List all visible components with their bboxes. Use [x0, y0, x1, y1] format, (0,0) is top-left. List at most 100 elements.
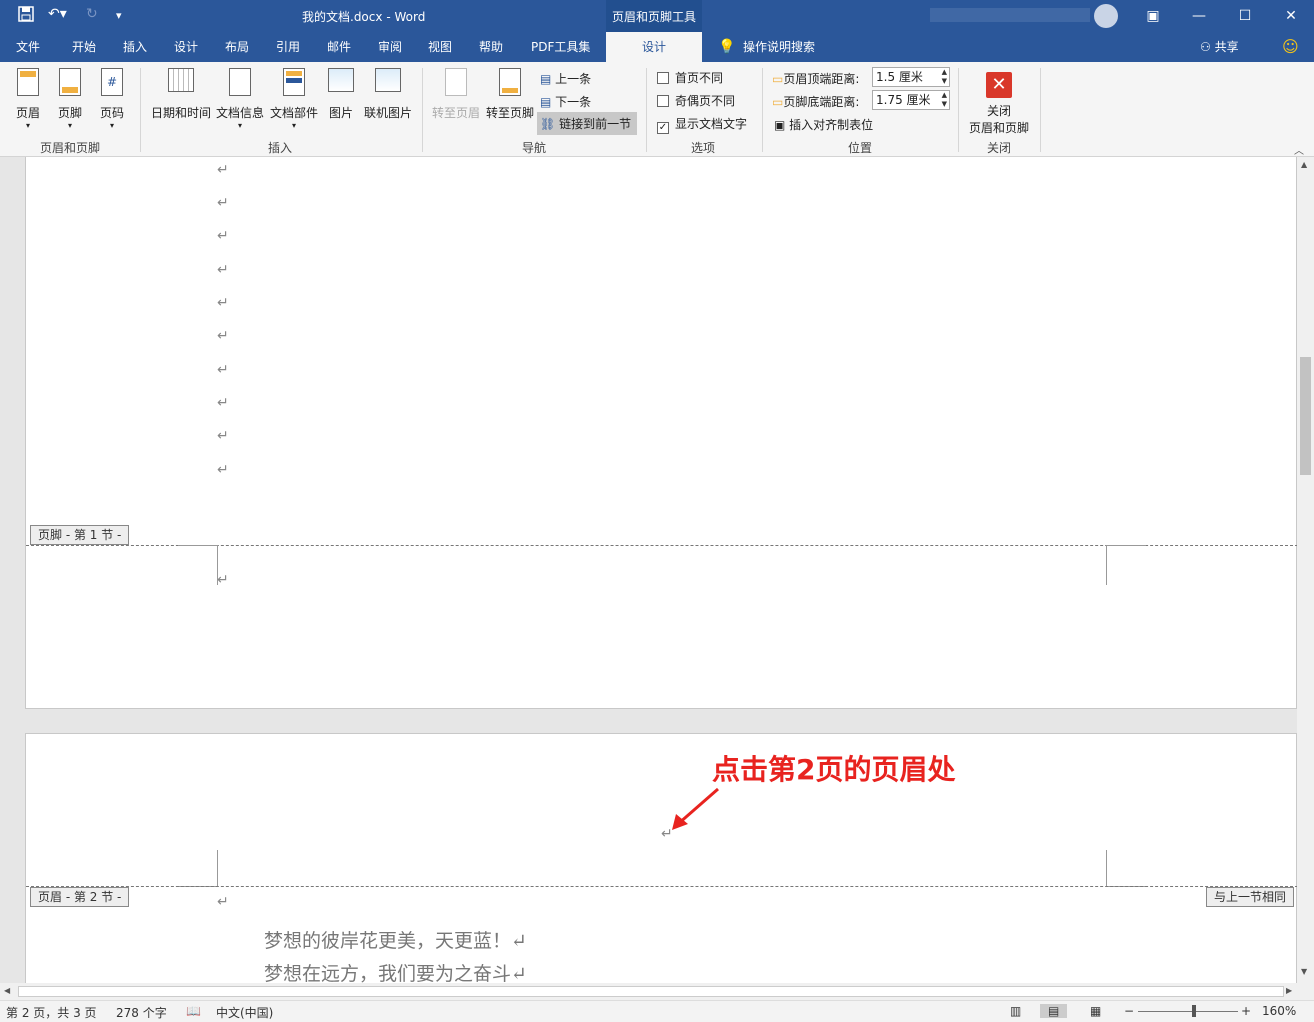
goto-header-button[interactable]: 转至页眉 — [430, 68, 482, 121]
tab-pdf-tools[interactable]: PDF工具集 — [531, 32, 590, 62]
spinner-arrows-icon[interactable]: ▲ ▼ — [942, 91, 947, 109]
tab-references[interactable]: 引用 — [276, 32, 300, 62]
quick-parts-button[interactable]: 文档部件 ▾ — [268, 68, 320, 130]
tab-hf-design[interactable]: 设计 — [606, 32, 702, 62]
paragraph-mark: ↵ — [217, 462, 229, 478]
scroll-down-icon[interactable]: ▼ — [1301, 967, 1307, 976]
goto-footer-button[interactable]: 转至页脚 — [484, 68, 536, 121]
tab-layout[interactable]: 布局 — [225, 32, 249, 62]
close-window-icon[interactable]: ✕ — [1268, 0, 1314, 32]
footer-distance-input[interactable]: 1.75 厘米 ▲ ▼ — [872, 90, 950, 110]
scroll-right-icon[interactable]: ▶ — [1286, 986, 1292, 995]
calendar-icon — [168, 68, 194, 92]
insert-align-tab-button[interactable]: ▣ 插入对齐制表位 — [774, 116, 873, 133]
word-count[interactable]: 278 个字 — [116, 1004, 167, 1021]
footer-paragraph-mark[interactable]: ↵ — [217, 572, 229, 588]
body-line[interactable]: 梦想的彼岸花更美，天更蓝！↵ — [264, 926, 527, 953]
language[interactable]: 中文(中国) — [216, 1004, 273, 1021]
close-hf-button[interactable]: ✕ 关闭 页眉和页脚 — [964, 68, 1034, 136]
tab-design[interactable]: 设计 — [174, 32, 198, 62]
paragraph-mark: ↵ — [217, 162, 229, 178]
online-picture-button[interactable]: 联机图片 — [362, 68, 414, 121]
zoom-slider-thumb[interactable] — [1192, 1005, 1196, 1017]
avatar[interactable] — [1094, 4, 1118, 28]
header-distance-input[interactable]: 1.5 厘米 ▲ ▼ — [872, 67, 950, 87]
date-time-button[interactable]: 日期和时间 — [150, 68, 212, 121]
undo-icon[interactable]: ↶▾ — [48, 6, 67, 22]
maximize-icon[interactable]: ☐ — [1222, 0, 1268, 32]
page-number-button[interactable]: # 页码 ▾ — [98, 68, 126, 130]
proofing-icon[interactable]: 📖 — [186, 1004, 201, 1018]
different-odd-even-checkbox[interactable]: 奇偶页不同 — [657, 92, 735, 109]
context-tab-title: 页眉和页脚工具 — [611, 10, 696, 24]
person-icon: ⚇ — [1200, 40, 1211, 54]
print-layout-icon[interactable]: ▤ — [1040, 1004, 1068, 1018]
read-mode-icon[interactable]: ▥ — [1010, 1004, 1021, 1018]
group-separator — [140, 68, 141, 152]
tab-home[interactable]: 开始 — [72, 32, 96, 62]
scroll-up-icon[interactable]: ▲ — [1301, 160, 1307, 169]
online-picture-icon — [375, 68, 401, 92]
goto-footer-icon — [499, 68, 521, 96]
doc-info-button[interactable]: 文档信息 ▾ — [214, 68, 266, 130]
tab-file[interactable]: 文件 — [16, 32, 40, 62]
page-count[interactable]: 第 2 页，共 3 页 — [6, 1004, 97, 1021]
tell-me-search[interactable]: 操作说明搜索 — [743, 32, 815, 62]
share-button[interactable]: ⚇ 共享 — [1200, 32, 1239, 62]
paragraph-mark: ↵ — [217, 228, 229, 244]
group-separator — [762, 68, 763, 152]
scroll-thumb[interactable] — [1300, 357, 1311, 475]
goto-header-icon — [445, 68, 467, 96]
document-area: ↵ ↵ ↵ ↵ ↵ ↵ ↵ ↵ ↵ ↵ 页脚 - 第 1 节 - ↵ 点击第2页… — [0, 157, 1297, 983]
group-label-close: 关闭 — [986, 141, 1011, 155]
checkbox-box — [657, 72, 669, 84]
tab-review[interactable]: 审阅 — [378, 32, 402, 62]
h-scroll-thumb[interactable] — [18, 986, 1284, 997]
header-distance-icon: ▭ — [772, 72, 784, 86]
annotation-arrow-icon — [672, 787, 719, 830]
body-line[interactable]: 梦想在远方，我们要为之奋斗↵ — [264, 959, 527, 983]
web-layout-icon[interactable]: ▦ — [1090, 1004, 1101, 1018]
previous-icon: ▤ — [540, 72, 552, 86]
page-2[interactable]: 点击第2页的页眉处 ↵ 页眉 - 第 2 节 - 与上一节相同 ↵ 梦想的彼岸花… — [25, 733, 1297, 983]
link-to-previous-button[interactable]: ⛓ 链接到前一节 — [537, 112, 638, 135]
vertical-scrollbar[interactable]: ▲ ▼ — [1297, 157, 1314, 983]
page-1[interactable]: ↵ ↵ ↵ ↵ ↵ ↵ ↵ ↵ ↵ ↵ 页脚 - 第 1 节 - ↵ — [25, 157, 1297, 709]
crop-mark — [1106, 545, 1146, 546]
zoom-slider[interactable] — [1138, 1011, 1238, 1012]
crop-mark — [1106, 545, 1107, 585]
header-button[interactable]: 页眉 ▾ — [14, 68, 42, 130]
horizontal-scrollbar[interactable]: ◀ ▶ — [0, 983, 1314, 1000]
tab-view[interactable]: 视图 — [428, 32, 452, 62]
footer-button[interactable]: 页脚 ▾ — [56, 68, 84, 130]
redo-icon[interactable]: ↻ — [86, 6, 98, 22]
header-icon — [17, 68, 39, 96]
account-name-blurred — [930, 8, 1090, 22]
tab-mailings[interactable]: 邮件 — [327, 32, 351, 62]
zoom-level[interactable]: 160% — [1262, 1004, 1296, 1018]
customize-qa-icon[interactable]: ▾ — [116, 9, 122, 22]
picture-button[interactable]: 图片 — [326, 68, 356, 121]
paragraph-mark: ↵ — [217, 262, 229, 278]
ribbon-display-icon[interactable]: ▣ — [1130, 0, 1176, 32]
next-icon: ▤ — [540, 95, 552, 109]
spinner-arrows-icon[interactable]: ▲ ▼ — [942, 68, 947, 86]
next-button[interactable]: ▤ 下一条 — [540, 93, 591, 110]
zoom-out-icon[interactable]: − — [1124, 1004, 1134, 1018]
header-paragraph-mark[interactable]: ↵ — [661, 826, 673, 842]
previous-button[interactable]: ▤ 上一条 — [540, 70, 591, 87]
scroll-left-icon[interactable]: ◀ — [4, 986, 10, 995]
collapse-ribbon-icon[interactable]: ︿ — [1294, 142, 1304, 157]
tab-insert[interactable]: 插入 — [123, 32, 147, 62]
save-icon[interactable] — [18, 6, 34, 26]
zoom-in-icon[interactable]: + — [1241, 1004, 1251, 1018]
tab-help[interactable]: 帮助 — [479, 32, 503, 62]
smiley-icon[interactable]: ☺ — [1282, 32, 1299, 62]
group-label-hf: 页眉和页脚 — [39, 141, 100, 155]
picture-icon — [328, 68, 354, 92]
show-doc-text-checkbox[interactable]: ✓ 显示文档文字 — [657, 115, 747, 134]
group-label-position: 位置 — [847, 141, 872, 155]
checkbox-box — [657, 95, 669, 107]
minimize-icon[interactable]: — — [1176, 0, 1222, 32]
different-first-page-checkbox[interactable]: 首页不同 — [657, 69, 723, 86]
